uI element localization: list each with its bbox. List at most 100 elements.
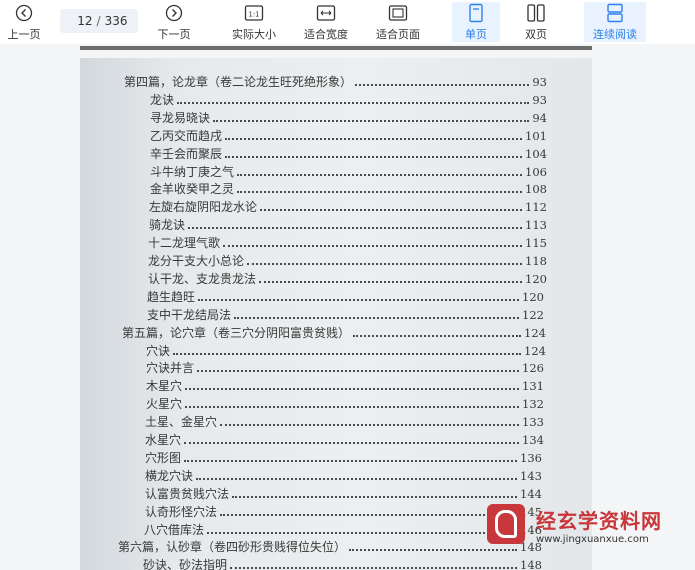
toc-leader-dots (225, 137, 523, 140)
toc-leader-dots (173, 352, 522, 355)
toc-entry-title: 水星穴 (145, 433, 182, 447)
watermark-site-url: www.jingxuanxue.com (536, 534, 649, 545)
toc-leader-dots (232, 495, 518, 498)
double-page-button[interactable]: 双页 (514, 2, 558, 42)
toc-entry: 穴诀 124 (146, 341, 546, 359)
fit-width-label: 适合宽度 (304, 28, 348, 41)
toc-entry: 水星穴 134 (145, 430, 544, 448)
toc-entry-title: 辛壬会而聚辰 (150, 146, 223, 161)
current-page-input[interactable] (70, 14, 93, 28)
page-separator: / (96, 14, 101, 28)
toc-entry-page: 122 (522, 307, 544, 322)
toc-entry: 八穴借库法 146 (144, 520, 542, 538)
viewer-toolbar: 上一页 / 336 下一页 1:1 实际大小 适合宽度 适合页面 单页 (0, 0, 695, 44)
single-page-icon (466, 3, 486, 23)
toc-leader-dots (230, 567, 518, 570)
toc-entry: 穴诀并言 126 (146, 358, 544, 376)
toc-entry-title: 土星、金星穴 (145, 415, 218, 430)
toc-entry-title: 第六篇，认砂章（卷四砂形贵贱得位失位） (118, 540, 347, 555)
toc-entry: 木星穴 131 (146, 376, 544, 394)
actual-size-label: 实际大小 (232, 28, 276, 41)
toc-leader-dots (237, 173, 523, 176)
toc-entry: 土星、金星穴 133 (145, 412, 544, 430)
single-page-button[interactable]: 单页 (452, 2, 500, 42)
previous-page-edge (80, 46, 592, 50)
toc-entry: 第五篇，论穴章（卷三穴分阴阳富贵贫贱） 124 (122, 323, 546, 341)
toc-entry-page: 131 (522, 379, 544, 394)
toc-leader-dots (225, 155, 523, 158)
toc-entry-title: 认富贵贫贱穴法 (145, 486, 230, 501)
toc-leader-dots (185, 406, 520, 409)
toc-entry: 辛壬会而聚辰 104 (150, 144, 547, 162)
toc-entry-page: 144 (520, 486, 542, 501)
toc-entry-page: 124 (524, 343, 546, 358)
toc-entry-title: 火星穴 (146, 397, 183, 412)
chevron-left-icon (14, 3, 34, 23)
toc-entry-page: 94 (532, 110, 547, 125)
toc-entry-page: 115 (525, 236, 547, 251)
toc-entry-title: 龙诀 (150, 92, 175, 107)
site-logo-icon (487, 504, 525, 544)
toc-entry-title: 十二龙理气歌 (148, 236, 221, 251)
toc-leader-dots (188, 227, 523, 230)
toc-entry: 龙分干支大小总论 118 (148, 251, 547, 269)
actual-size-button[interactable]: 1:1 实际大小 (226, 2, 282, 42)
toc-leader-dots (220, 424, 520, 427)
toc-entry-page: 126 (522, 361, 544, 376)
toc-leader-dots (184, 459, 518, 462)
fit-width-icon (316, 3, 336, 23)
toc-entry: 第六篇，认砂章（卷四砂形贵贱得位失位） 148 (118, 537, 542, 555)
actual-size-icon: 1:1 (244, 3, 264, 23)
toc-entry-page: 136 (520, 450, 542, 465)
watermark-site-name: 经玄学资料网 (536, 509, 662, 533)
toc-entry-title: 砂诀、砂法指明 (143, 558, 228, 570)
toc-entry-title: 认干龙、支龙贵龙法 (148, 271, 257, 286)
toc-entry-page: 104 (525, 146, 547, 161)
next-page-label: 下一页 (157, 28, 191, 41)
prev-page-button[interactable]: 上一页 (2, 2, 46, 42)
toc-entry: 砂诀、砂法指明 148 (143, 555, 542, 570)
double-page-icon (526, 3, 546, 23)
toc-entry-title: 第五篇，论穴章（卷三穴分阴阳富贵贫贱） (122, 325, 351, 340)
toc-entry-title: 寻龙易晓诀 (150, 110, 211, 125)
toc-entry-page: 120 (525, 271, 547, 286)
fit-page-icon (388, 3, 408, 23)
toc-entry: 十二龙理气歌 115 (148, 233, 547, 251)
toc-entry-page: 108 (525, 182, 547, 197)
toc-entry-title: 支中干龙结局法 (147, 307, 232, 322)
toc-entry: 左旋右旋阴阳龙水论 112 (149, 197, 547, 215)
toc-leader-dots (259, 280, 523, 283)
toc-entry: 支中干龙结局法 122 (147, 305, 544, 323)
toc-leader-dots (223, 245, 523, 248)
single-page-label: 单页 (465, 28, 487, 41)
toc-entry-title: 认奇形怪穴法 (145, 504, 218, 519)
toc-entry-page: 113 (525, 218, 547, 233)
toc-entry: 斗牛纳丁庚之气 106 (150, 162, 547, 180)
document-viewer[interactable]: 第四篇，论龙章（卷二论龙生旺死绝形象） 93 龙诀 93 寻龙易晓诀 94 乙丙交而趋戌 10… (0, 44, 695, 570)
toc-leader-dots (260, 209, 523, 212)
toc-entry-title: 趋生趋旺 (147, 289, 196, 304)
toc-entry-title: 穴诀并言 (146, 361, 195, 376)
toc-entry-page: 148 (520, 558, 542, 570)
fit-page-label: 适合页面 (376, 28, 420, 41)
double-page-label: 双页 (525, 28, 547, 41)
toc-entry-title: 金羊收癸甲之灵 (150, 182, 235, 197)
next-page-button[interactable]: 下一页 (152, 2, 196, 42)
continuous-reading-button[interactable]: 连续阅读 (584, 2, 646, 42)
toc-leader-dots (247, 263, 523, 265)
toc-entry: 龙诀 93 (150, 90, 547, 108)
toc-entry-page: 101 (525, 128, 547, 143)
toc-entry-page: 134 (522, 433, 544, 447)
continuous-reading-label: 连续阅读 (593, 28, 637, 41)
toc-entry: 横龙穴诀 143 (145, 466, 542, 484)
toc-entry-title: 斗牛纳丁庚之气 (150, 164, 235, 179)
toc-leader-dots (196, 477, 518, 480)
fit-width-button[interactable]: 适合宽度 (298, 2, 354, 42)
toc-entry-title: 骑龙诀 (149, 218, 186, 233)
fit-page-button[interactable]: 适合页面 (370, 2, 426, 42)
toc-entry-title: 木星穴 (146, 379, 183, 394)
toc-entry: 乙丙交而趋戌 101 (150, 126, 547, 144)
toc-entry-page: 124 (524, 325, 546, 340)
toc-entry: 认奇形怪穴法 145 (145, 502, 542, 520)
toc-entry: 第四篇，论龙章（卷二论龙生旺死绝形象） 93 (124, 72, 547, 90)
